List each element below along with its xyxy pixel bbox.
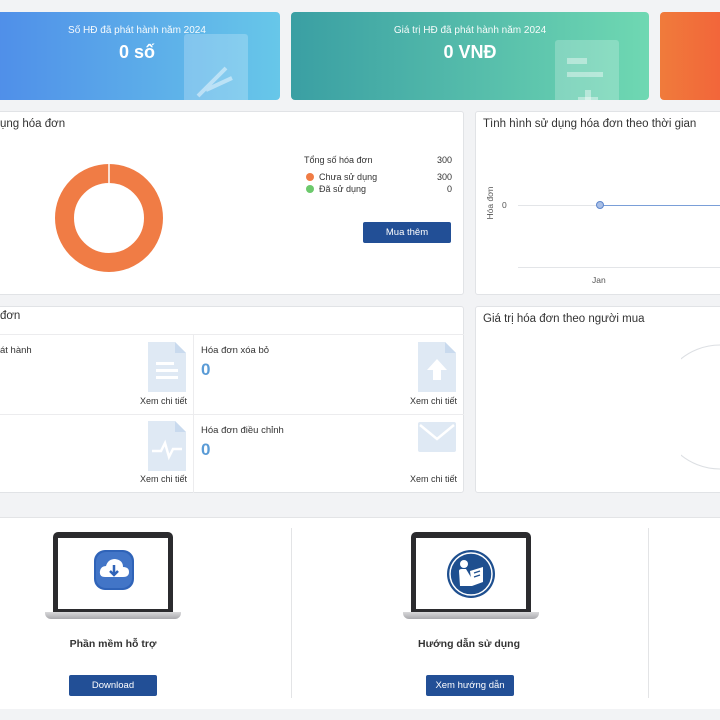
buyer-chart-title: Giá trị hóa đơn theo người mua: [483, 313, 645, 325]
stat-card-partial: [660, 12, 720, 100]
invoices-divider-h1: [0, 334, 464, 335]
download-button[interactable]: Download: [69, 675, 157, 696]
legend-used-label: Đã sử dụng: [319, 184, 367, 194]
invoices-panel-title: đơn: [0, 310, 21, 322]
document-decoration-icon: [184, 34, 248, 100]
legend-unused: Chưa sử dụng 300: [304, 171, 452, 183]
legend-unused-value: 300: [436, 172, 452, 182]
timeline-ylabel: Hóa đơn: [485, 186, 495, 220]
usage-panel-title: ụng hóa đơn: [0, 118, 66, 130]
support-divider: [291, 528, 292, 698]
legend-dot-used-icon: [306, 185, 314, 193]
usage-donut-chart: [55, 164, 163, 272]
legend-total-label: Tổng số hóa đơn: [304, 155, 373, 165]
document-lines-icon: [148, 342, 186, 397]
laptop-guide: [403, 532, 539, 626]
timeline-gridline-bottom: [518, 267, 720, 268]
usage-legend: Tổng số hóa đơn 300 Chưa sử dụng 300 Đã …: [304, 154, 452, 195]
software-title: Phần mềm hỗ trợ: [69, 638, 157, 650]
guide-title: Hướng dẫn sử dụng: [418, 638, 520, 650]
stat-card-issued-count: Số HĐ đã phát hành năm 2024 0 số: [0, 12, 280, 100]
invoice-cell-title: Hóa đơn xóa bỏ: [201, 345, 270, 356]
invoice-cell-title: Hóa đơn điều chỉnh: [201, 425, 284, 436]
buy-more-button[interactable]: Mua thêm: [363, 222, 451, 243]
support-divider: [648, 528, 649, 698]
legend-used: Đã sử dụng 0: [304, 183, 452, 195]
invoice-cell-value: 0: [201, 360, 211, 379]
view-detail-link[interactable]: Xem chi tiết: [140, 474, 187, 484]
stat-label: Giá trị HĐ đã phát hành năm 2024: [393, 25, 547, 36]
invoice-cell-title: át hành: [0, 345, 32, 356]
view-guide-button[interactable]: Xem hướng dẫn: [426, 675, 514, 696]
stat-label: Số HĐ đã phát hành năm 2024: [68, 25, 206, 36]
document-decoration-icon: [555, 40, 619, 100]
reader-manual-icon: [446, 549, 496, 604]
timeline-xtick: Jan: [592, 275, 606, 285]
invoices-divider-v: [193, 334, 194, 493]
buyer-empty-pie: [681, 344, 720, 470]
legend-used-value: 0: [446, 184, 452, 194]
document-pulse-icon: [148, 421, 186, 476]
donut-slice-unused: [55, 164, 163, 272]
envelope-icon: [418, 422, 456, 457]
laptop-software: [45, 532, 181, 626]
view-detail-link[interactable]: Xem chi tiết: [410, 474, 457, 484]
document-upload-icon: [418, 342, 456, 397]
stat-card-issued-value: Giá trị HĐ đã phát hành năm 2024 0 VNĐ: [291, 12, 649, 100]
timeline-ytick: 0: [502, 200, 507, 210]
view-detail-link[interactable]: Xem chi tiết: [410, 396, 457, 406]
legend-unused-label: Chưa sử dụng: [319, 172, 378, 182]
legend-dot-unused-icon: [306, 173, 314, 181]
legend-total: Tổng số hóa đơn 300: [304, 154, 452, 166]
timeline-series-line: [600, 204, 720, 206]
invoice-cell-value: 0: [201, 440, 211, 459]
view-detail-link[interactable]: Xem chi tiết: [140, 396, 187, 406]
timeline-point[interactable]: [596, 201, 604, 209]
timeline-panel-title: Tình hình sử dụng hóa đơn theo thời gian: [483, 118, 697, 130]
cloud-download-icon: [94, 550, 134, 595]
invoices-divider-h2: [0, 414, 464, 415]
legend-total-value: 300: [436, 155, 452, 165]
